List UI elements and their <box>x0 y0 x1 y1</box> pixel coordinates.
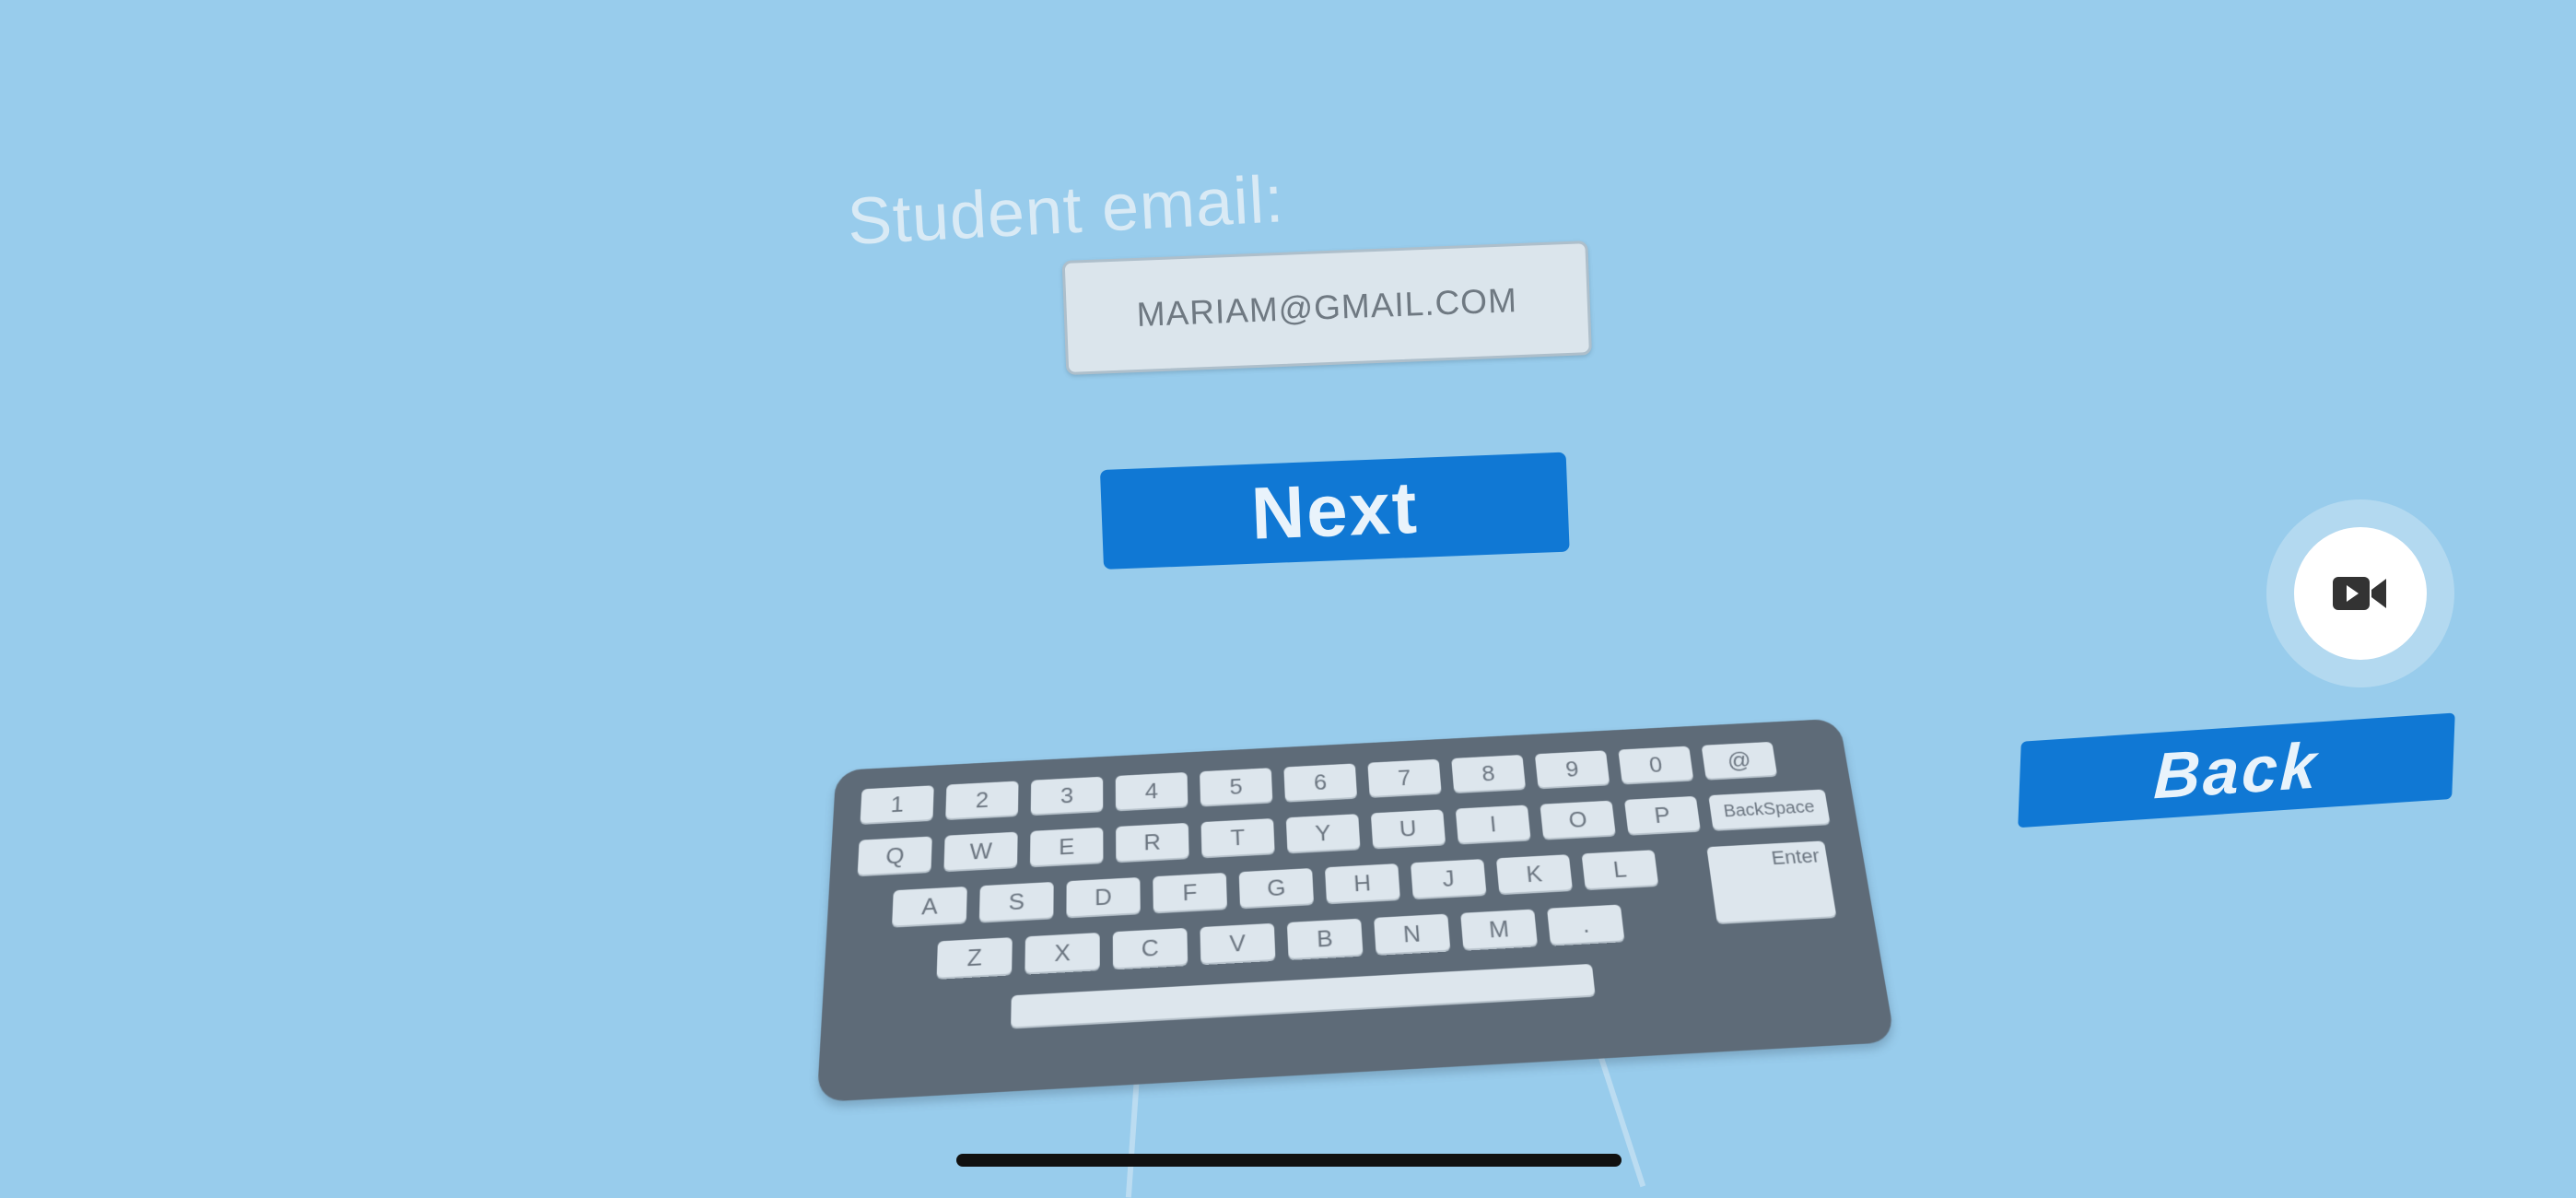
key-r[interactable]: R <box>1116 822 1189 862</box>
back-button-label: Back <box>2152 728 2321 812</box>
virtual-keyboard: 1 2 3 4 5 6 7 8 9 0 @ Q W E R T Y U I O … <box>816 718 1896 1103</box>
key-s[interactable]: S <box>978 881 1054 922</box>
key-u[interactable]: U <box>1370 809 1446 848</box>
key-h[interactable]: H <box>1324 863 1400 903</box>
key-2[interactable]: 2 <box>945 781 1019 819</box>
key-m[interactable]: M <box>1460 909 1538 949</box>
key-q[interactable]: Q <box>857 836 932 875</box>
key-8[interactable]: 8 <box>1451 755 1526 793</box>
key-c[interactable]: C <box>1112 927 1188 969</box>
key-e[interactable]: E <box>1029 827 1104 866</box>
key-d[interactable]: D <box>1066 876 1141 917</box>
key-y[interactable]: Y <box>1285 814 1361 852</box>
key-k[interactable]: K <box>1495 854 1573 894</box>
email-field[interactable]: MARIAM@GMAIL.COM <box>1061 241 1592 375</box>
key-i[interactable]: I <box>1455 805 1531 843</box>
key-9[interactable]: 9 <box>1534 750 1610 788</box>
key-a[interactable]: A <box>892 886 967 926</box>
key-4[interactable]: 4 <box>1115 771 1188 810</box>
key-b[interactable]: B <box>1286 918 1364 959</box>
key-5[interactable]: 5 <box>1200 768 1273 805</box>
key-l[interactable]: L <box>1581 850 1659 889</box>
record-video-button[interactable] <box>2266 499 2454 687</box>
key-6[interactable]: 6 <box>1283 763 1358 801</box>
next-button[interactable]: Next <box>1099 452 1570 570</box>
key-7[interactable]: 7 <box>1367 758 1442 797</box>
key-3[interactable]: 3 <box>1030 776 1104 815</box>
key-v[interactable]: V <box>1200 922 1276 964</box>
key-g[interactable]: G <box>1238 868 1314 908</box>
video-camera-icon <box>2333 577 2386 610</box>
key-f[interactable]: F <box>1153 872 1227 912</box>
back-button[interactable]: Back <box>2018 712 2455 828</box>
key-t[interactable]: T <box>1200 818 1275 857</box>
key-period[interactable]: . <box>1547 904 1625 945</box>
home-indicator <box>956 1154 1622 1167</box>
key-1[interactable]: 1 <box>860 785 934 824</box>
key-x[interactable]: X <box>1025 932 1100 973</box>
key-o[interactable]: O <box>1540 800 1616 839</box>
key-0[interactable]: 0 <box>1618 746 1694 783</box>
key-enter[interactable]: Enter <box>1706 840 1837 923</box>
record-video-button-face <box>2294 527 2427 660</box>
email-label: Student email: <box>845 162 1286 259</box>
key-j[interactable]: J <box>1411 859 1487 898</box>
key-backspace[interactable]: BackSpace <box>1708 789 1831 830</box>
key-n[interactable]: N <box>1374 913 1451 954</box>
key-space[interactable] <box>1011 963 1596 1028</box>
email-field-value: MARIAM@GMAIL.COM <box>1135 281 1518 334</box>
key-w[interactable]: W <box>943 831 1018 871</box>
next-button-label: Next <box>1249 465 1421 555</box>
key-z[interactable]: Z <box>936 937 1013 978</box>
key-p[interactable]: P <box>1623 795 1701 834</box>
key-at[interactable]: @ <box>1701 741 1777 779</box>
